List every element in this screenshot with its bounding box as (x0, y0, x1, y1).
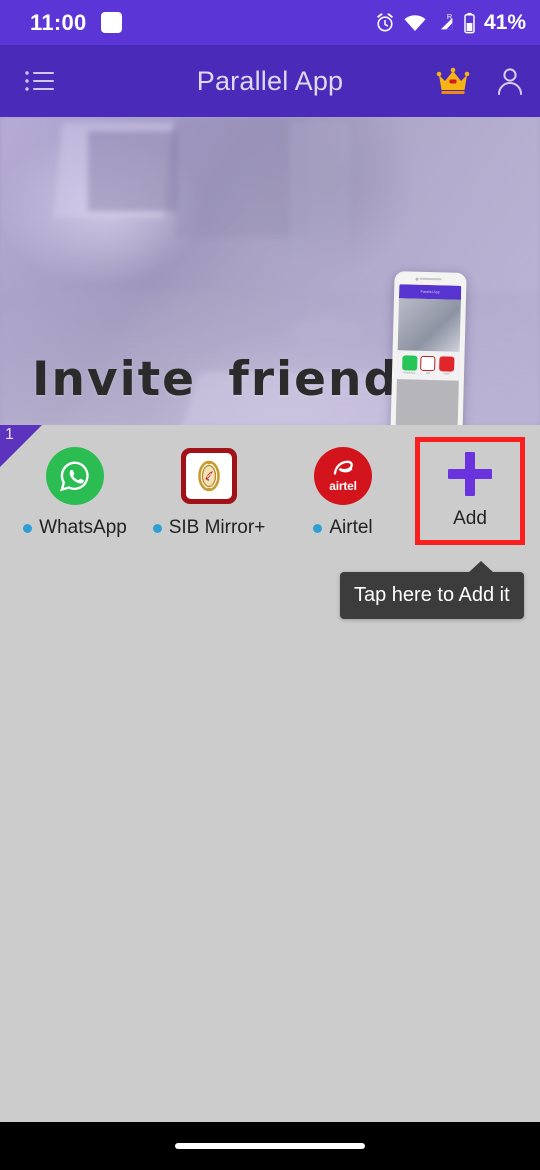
svg-text:R: R (447, 12, 452, 21)
list-menu-icon[interactable] (18, 61, 62, 101)
airtel-icon: airtel (312, 445, 374, 507)
app-label: WhatsApp (39, 517, 127, 538)
battery-icon (464, 12, 475, 33)
status-bar-left: 11:00 (30, 10, 122, 36)
status-bar: 11:00 R 41% (0, 0, 540, 45)
square-notification-icon (100, 12, 122, 33)
sib-mirror-icon (178, 445, 240, 507)
user-profile-icon[interactable] (494, 65, 526, 97)
status-bar-right: R 41% (374, 11, 526, 35)
app-label: Airtel (329, 517, 373, 538)
invite-friends-banner[interactable]: Invite friends Parallel App WhatsApp SIB… (0, 117, 540, 425)
phone-mockup-image: Parallel App WhatsApp SIB Airtel (389, 271, 467, 425)
phone-mockup-app-label: SIB (425, 371, 431, 376)
airtel-wordmark: airtel (329, 478, 357, 493)
clone-active-dot (313, 523, 323, 533)
crown-premium-icon[interactable] (436, 66, 470, 96)
battery-percent-label: 41% (483, 10, 526, 34)
clone-active-dot (152, 523, 162, 533)
phone-mockup-app-label: Airtel (443, 372, 450, 376)
plus-icon (448, 452, 492, 496)
app-grid: 1 WhatsApp SIB Mirror+ airtel Airtel Add (0, 425, 540, 565)
add-button-label: Add (453, 508, 487, 529)
tooltip-text: Tap here to Add it (354, 584, 510, 606)
app-label: SIB Mirror+ (168, 517, 266, 538)
app-bar-actions (436, 65, 526, 97)
add-app-button[interactable]: Add (415, 437, 525, 545)
wifi-icon (404, 14, 426, 31)
app-bar: Parallel App (0, 45, 540, 117)
banner-title: Invite friends (32, 352, 430, 407)
gesture-home-pill[interactable] (175, 1143, 365, 1149)
system-navigation-bar (0, 1122, 540, 1170)
app-item-airtel[interactable]: airtel Airtel (276, 445, 410, 539)
alarm-clock-icon (377, 12, 393, 31)
whatsapp-icon (44, 445, 106, 507)
clone-active-dot (23, 523, 33, 533)
cellular-signal-roaming-icon: R (440, 12, 453, 29)
app-item-sib-mirror[interactable]: SIB Mirror+ (142, 445, 276, 539)
app-item-whatsapp[interactable]: WhatsApp (8, 445, 142, 539)
status-bar-clock: 11:00 (30, 9, 87, 35)
add-tooltip[interactable]: Tap here to Add it (340, 561, 524, 619)
phone-mockup-app-label: WhatsApp (403, 371, 416, 375)
tooltip-arrow-icon (468, 561, 494, 573)
